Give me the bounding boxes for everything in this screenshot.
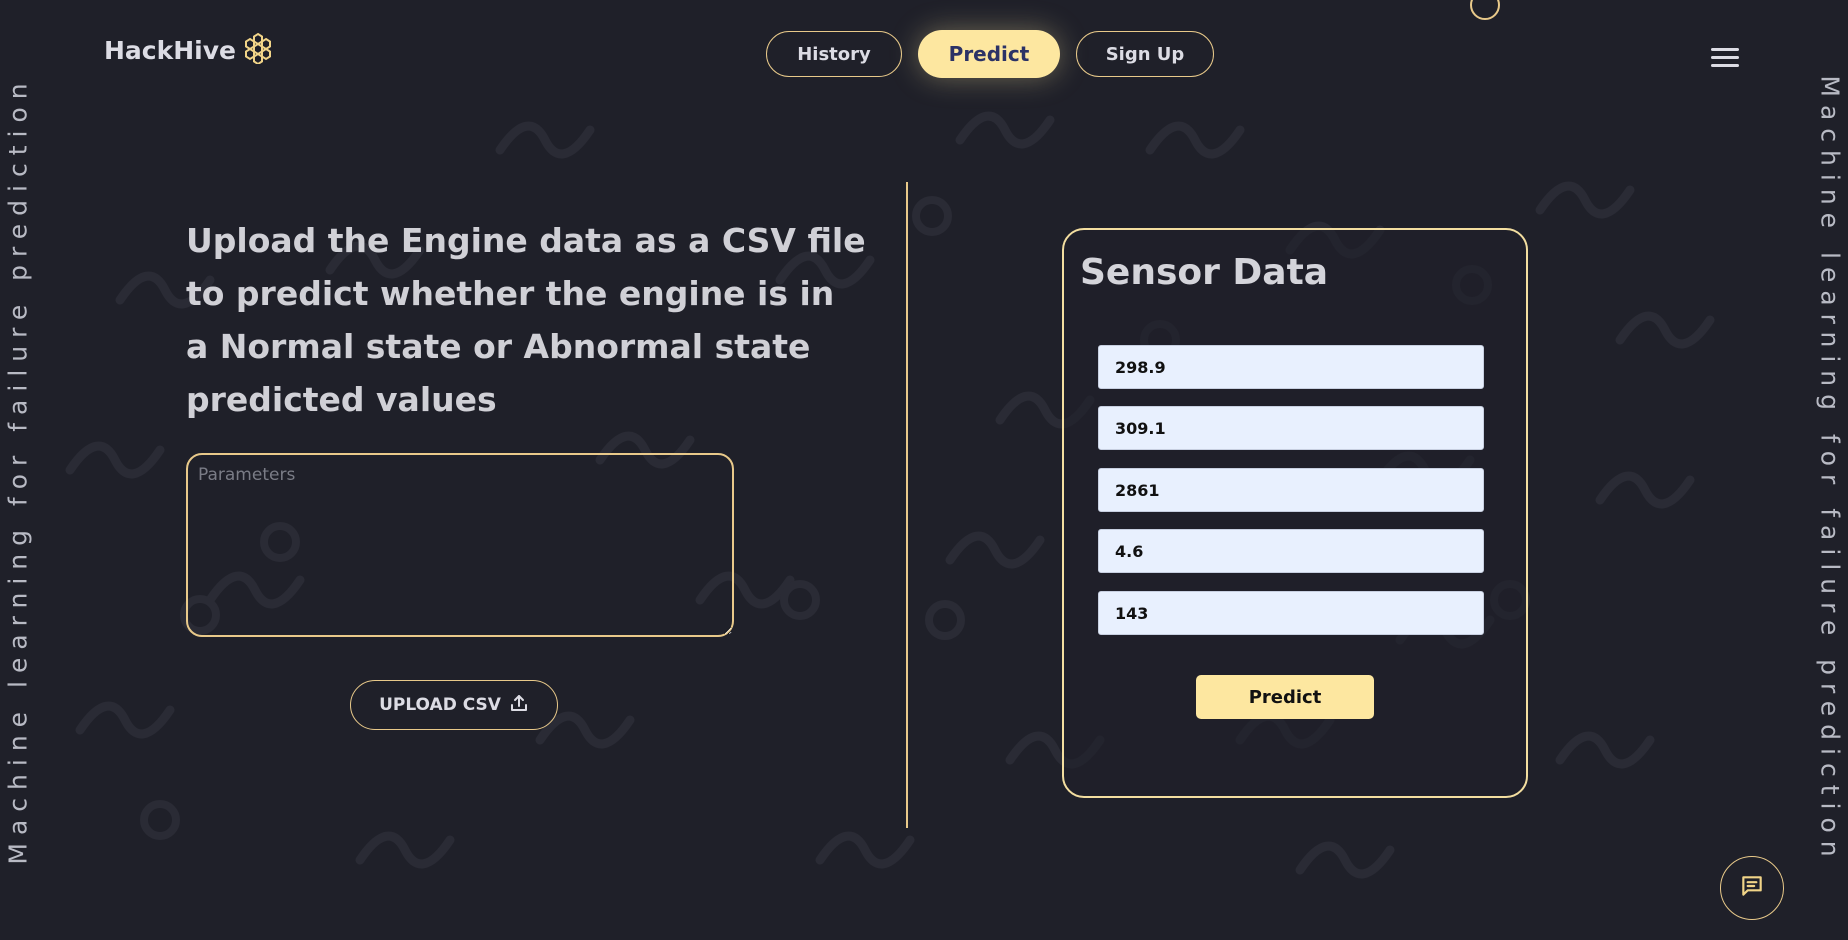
- parameters-textarea[interactable]: [186, 453, 734, 637]
- sensor-input-2[interactable]: [1098, 406, 1484, 450]
- upload-csv-button[interactable]: UPLOAD CSV: [350, 680, 558, 730]
- sensor-input-3[interactable]: [1098, 468, 1484, 512]
- logo[interactable]: HackHive: [104, 32, 274, 68]
- sensor-input-1[interactable]: [1098, 345, 1484, 389]
- upload-csv-label: UPLOAD CSV: [379, 695, 501, 715]
- honeycomb-logo-icon: [242, 32, 274, 68]
- sensor-data-title: Sensor Data: [1080, 252, 1329, 293]
- nav-predict-button[interactable]: Predict: [918, 30, 1060, 78]
- vertical-divider: [906, 182, 908, 828]
- upload-icon: [509, 693, 529, 718]
- nav-signup-button[interactable]: Sign Up: [1076, 31, 1214, 77]
- sensor-input-4[interactable]: [1098, 529, 1484, 573]
- logo-text: HackHive: [104, 35, 236, 65]
- sensor-data-card: Sensor Data Predict: [1062, 228, 1528, 798]
- chat-icon: [1739, 873, 1765, 903]
- sensor-input-5[interactable]: [1098, 591, 1484, 635]
- decorative-circle: [1470, 0, 1500, 20]
- chat-button[interactable]: [1720, 856, 1784, 920]
- side-tagline-right: Machine learning for failure prediction: [1815, 75, 1845, 865]
- side-tagline-left: Machine learning for failure prediction: [3, 75, 33, 865]
- page-headline: Upload the Engine data as a CSV file to …: [186, 221, 866, 419]
- hamburger-menu-icon[interactable]: [1711, 48, 1739, 68]
- nav-history-button[interactable]: History: [766, 31, 902, 77]
- sensor-predict-button[interactable]: Predict: [1196, 675, 1374, 719]
- top-nav: History Predict Sign Up: [766, 30, 1214, 78]
